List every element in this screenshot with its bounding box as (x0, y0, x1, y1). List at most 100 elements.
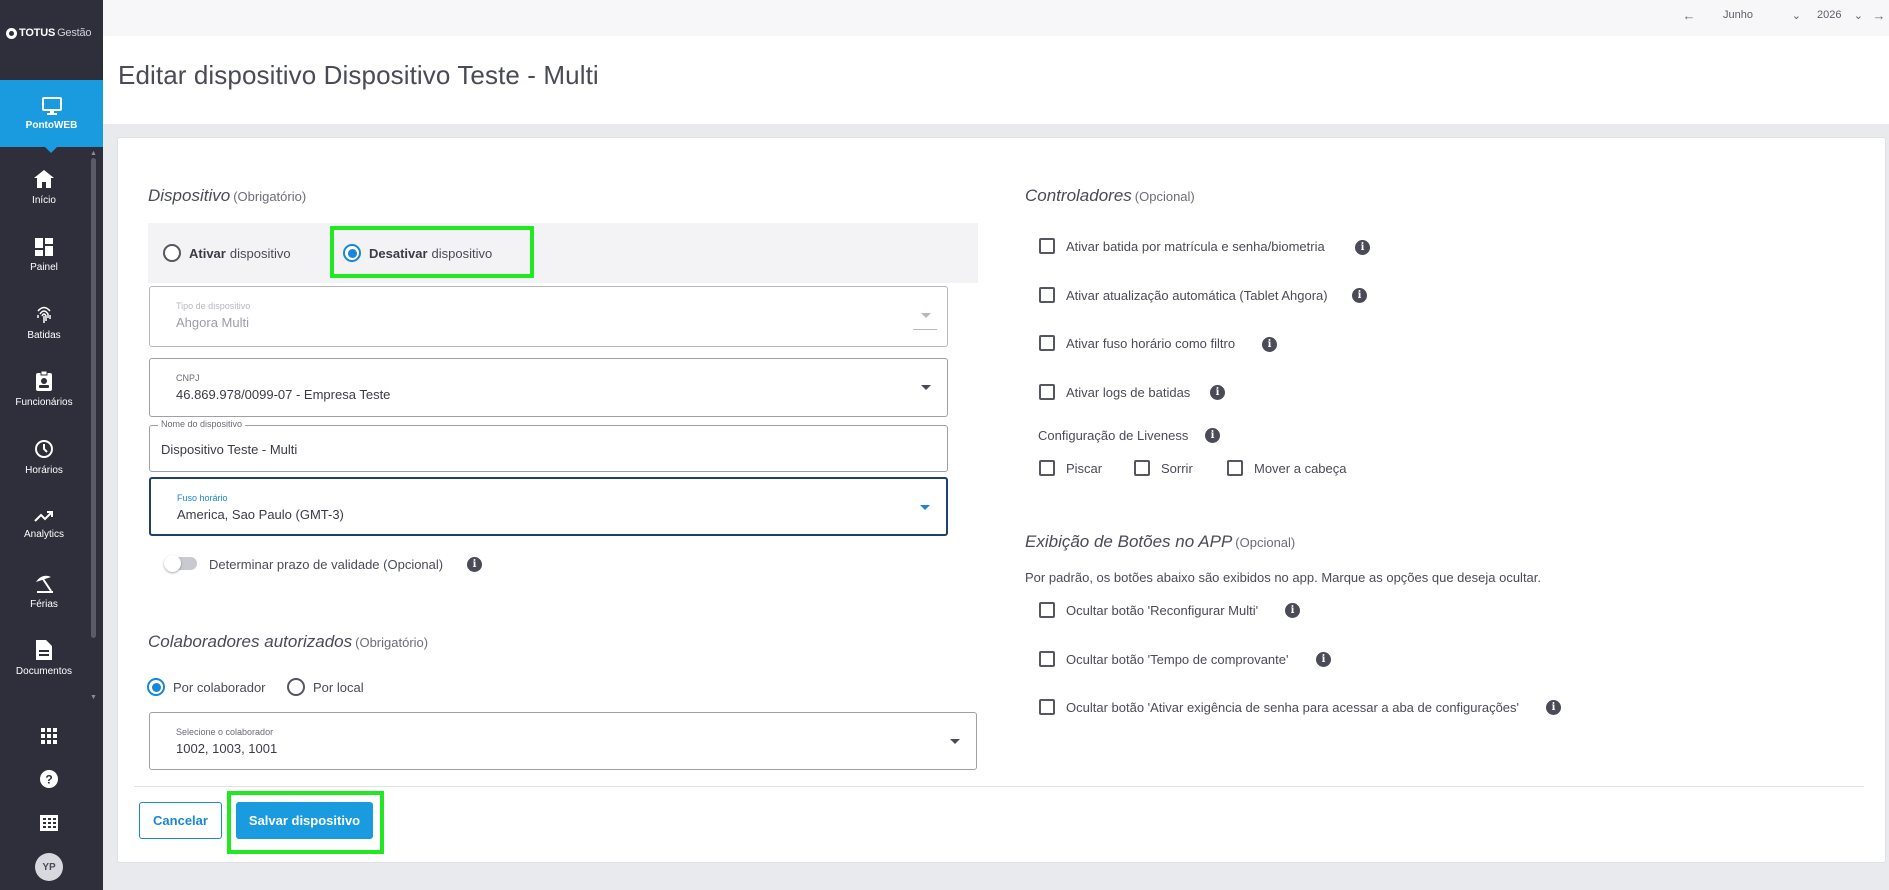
totus-logo-icon (6, 27, 17, 39)
badge-icon (36, 370, 52, 391)
cnpj-select[interactable]: CNPJ 46.869.978/0099-07 - Empresa Teste (149, 358, 948, 417)
sidebar-item-label: Funcionários (15, 396, 73, 408)
previous-period-arrow-icon[interactable]: ← (1679, 8, 1699, 23)
beach-umbrella-icon (36, 575, 53, 593)
deactivate-device-radio[interactable]: Desativar dispositivo (343, 244, 492, 262)
checkbox-box (1039, 699, 1055, 715)
controllers-section-title: Controladores (Opcional) (1025, 186, 1195, 205)
controller-checkbox-matricula[interactable]: Ativar batida por matrícula e senha/biom… (1039, 238, 1325, 254)
scroll-up-arrow-icon[interactable]: ▲ (90, 150, 97, 157)
controller-checkbox-timezone-filter[interactable]: Ativar fuso horário como filtro (1039, 335, 1235, 351)
validity-toggle-label: Determinar prazo de validade (Opcional) (209, 557, 444, 572)
sidebar-item-label: Início (32, 194, 56, 206)
by-location-radio[interactable]: Por local (287, 678, 364, 696)
radio-circle-selected (343, 244, 361, 262)
device-type-select: Tipo de dispositivo Ahgora Multi (149, 286, 948, 347)
user-avatar[interactable]: YP (35, 853, 63, 881)
month-select[interactable]: Junho ⌄ (1699, 9, 1809, 22)
sidebar-scrollbar[interactable] (91, 158, 96, 638)
trending-up-icon (34, 510, 53, 522)
info-icon[interactable]: i (1285, 603, 1300, 618)
collaborators-section-title: Colaboradores autorizados (Obrigatório) (148, 632, 429, 651)
info-icon[interactable]: i (1210, 385, 1225, 400)
home-icon (34, 169, 54, 188)
collaborator-select-label: Selecione o colaborador (176, 727, 274, 737)
brand-name: TOTUS (19, 27, 56, 39)
year-value: 2026 (1817, 8, 1842, 21)
checkbox-box (1039, 651, 1055, 667)
checkbox-box (1039, 335, 1055, 351)
device-type-value: Ahgora Multi (176, 315, 249, 330)
by-collaborator-radio[interactable]: Por colaborador (147, 678, 266, 696)
liveness-label: Configuração de Liveness (1038, 428, 1189, 443)
cancel-button[interactable]: Cancelar (139, 802, 222, 839)
sidebar-item-label: Analytics (23, 528, 64, 540)
info-icon[interactable]: i (467, 557, 482, 572)
sidebar-item-analytics[interactable]: Analytics (0, 494, 88, 554)
info-icon[interactable]: i (1355, 240, 1370, 255)
chevron-down-icon: ⌄ (1853, 9, 1863, 22)
collaborator-select[interactable]: Selecione o colaborador 1002, 1003, 1001 (149, 712, 977, 770)
sidebar-item-funcionarios[interactable]: Funcionários (0, 359, 88, 419)
next-period-arrow-icon[interactable]: → (1869, 8, 1889, 23)
company-building-icon[interactable] (36, 810, 62, 836)
controller-checkbox-auto-update[interactable]: Ativar atualização automática (Tablet Ah… (1039, 287, 1328, 303)
scroll-down-arrow-icon[interactable]: ▼ (90, 694, 97, 701)
checkbox-box (1039, 287, 1055, 303)
sidebar-item-batidas[interactable]: Batidas (0, 292, 88, 352)
hide-button-checkbox-password[interactable]: Ocultar botão 'Ativar exigência de senha… (1039, 699, 1519, 715)
sidebar-item-painel[interactable]: Painel (0, 225, 88, 285)
top-strip: ← Junho ⌄ 2026 ⌄ → (103, 0, 1889, 36)
sidebar-item-label: Documentos (15, 665, 73, 677)
info-icon[interactable]: i (1316, 652, 1331, 667)
app-tile-label: PontoWEB (25, 119, 78, 131)
validity-toggle[interactable] (164, 555, 197, 572)
year-select[interactable]: 2026 ⌄ (1809, 9, 1869, 22)
device-name-label: Nome do dispositivo (158, 419, 246, 429)
info-icon[interactable]: i (1546, 700, 1561, 715)
device-type-label: Tipo de dispositivo (176, 301, 251, 311)
controller-checkbox-logs[interactable]: Ativar logs de batidas (1039, 384, 1190, 400)
sidebar-item-documentos[interactable]: Documentos (0, 628, 88, 688)
timezone-select[interactable]: Fuso horário America, Sao Paulo (GMT-3) (149, 477, 948, 536)
month-value: Junho (1723, 8, 1753, 21)
info-icon[interactable]: i (1352, 288, 1367, 303)
hide-button-checkbox-reconfigure[interactable]: Ocultar botão 'Reconfigurar Multi' (1039, 602, 1258, 618)
hide-button-checkbox-receipt-time[interactable]: Ocultar botão 'Tempo de comprovante' (1039, 651, 1288, 667)
device-section-title: Dispositivo (Obrigatório) (148, 186, 307, 205)
radio-circle-selected (147, 678, 165, 696)
form-divider (134, 786, 1864, 787)
save-device-button[interactable]: Salvar dispositivo (236, 802, 373, 839)
device-name-field[interactable]: Nome do dispositivo Dispositivo Teste - … (149, 419, 948, 472)
radio-circle (287, 678, 305, 696)
help-icon[interactable]: ? (36, 766, 62, 792)
liveness-checkbox-move-head[interactable]: Mover a cabeça (1227, 460, 1347, 476)
checkbox-box (1039, 460, 1055, 476)
liveness-checkbox-smile[interactable]: Sorrir (1134, 460, 1193, 476)
page-title: Editar dispositivo Dispositivo Teste - M… (118, 60, 599, 90)
activate-device-radio[interactable]: Ativar dispositivo (163, 244, 291, 262)
chevron-down-icon (950, 739, 960, 744)
cnpj-label: CNPJ (176, 373, 200, 383)
info-icon[interactable]: i (1262, 337, 1277, 352)
select-underline (913, 329, 937, 330)
chevron-down-icon (921, 313, 931, 318)
sidebar-item-ferias[interactable]: Férias (0, 561, 88, 621)
collaborator-select-value: 1002, 1003, 1001 (176, 741, 278, 756)
info-icon[interactable]: i (1205, 428, 1220, 443)
checkbox-box (1227, 460, 1243, 476)
cnpj-value: 46.869.978/0099-07 - Empresa Teste (176, 387, 391, 402)
app-tile-pontoweb[interactable]: PontoWEB (0, 80, 103, 153)
liveness-checkbox-blink[interactable]: Piscar (1039, 460, 1102, 476)
sidebar-item-inicio[interactable]: Início (0, 157, 88, 217)
apps-grid-icon[interactable] (36, 723, 62, 749)
chevron-down-icon: ⌄ (1791, 9, 1801, 22)
app-tile-caret (44, 146, 58, 153)
checkbox-box (1134, 460, 1150, 476)
dashboard-icon (35, 237, 53, 256)
page-header: Editar dispositivo Dispositivo Teste - M… (103, 36, 1889, 124)
fingerprint-icon (37, 306, 51, 323)
brand-logo[interactable]: TOTUS Gestão (0, 0, 103, 66)
sidebar-item-horarios[interactable]: Horários (0, 427, 88, 487)
chevron-down-icon (921, 385, 931, 390)
